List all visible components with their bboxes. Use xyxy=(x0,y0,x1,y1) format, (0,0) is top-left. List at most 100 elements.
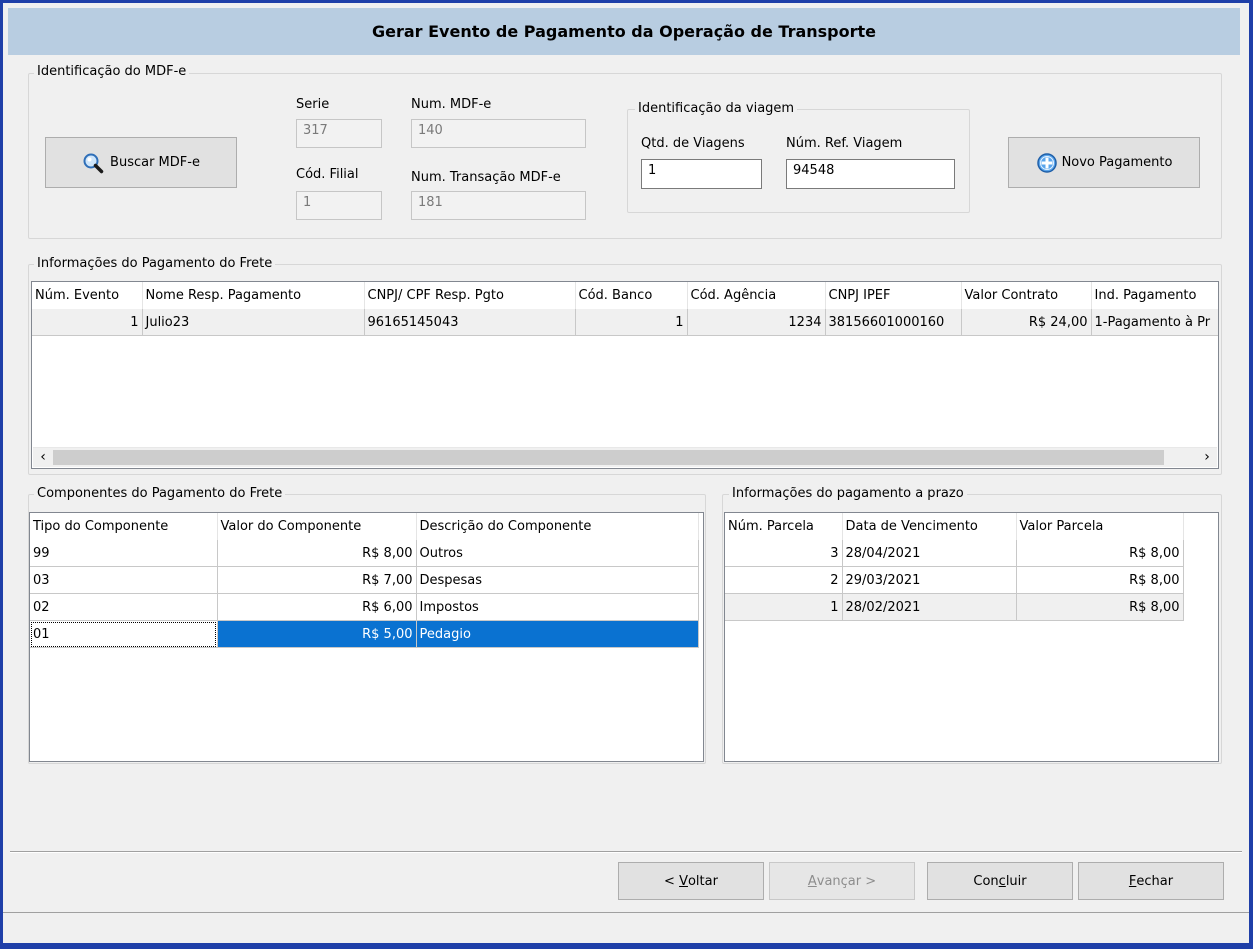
scroll-thumb[interactable] xyxy=(53,450,1164,465)
componentes-cell[interactable]: R$ 6,00 xyxy=(217,593,417,621)
avancar-rest: vançar > xyxy=(816,873,877,889)
serie-field[interactable]: 317 xyxy=(296,119,382,148)
componentes-col-header[interactable]: Valor do Componente xyxy=(217,513,417,540)
status-bar xyxy=(3,912,1249,943)
voltar-button[interactable]: < Voltar xyxy=(618,862,764,900)
frete-cell[interactable]: 1-Pagamento à Pr xyxy=(1091,309,1218,336)
componentes-cell[interactable]: Pedagio xyxy=(416,620,699,648)
prazo-col-header[interactable]: Valor Parcela xyxy=(1016,513,1184,540)
ref-viagem-label: Núm. Ref. Viagem xyxy=(786,136,903,151)
frete-cell[interactable]: 1234 xyxy=(687,309,826,336)
table-row[interactable]: 3 28/04/2021 R$ 8,00 xyxy=(725,540,1184,567)
concluir-rest: luir xyxy=(1005,873,1027,889)
componentes-table: Tipo do Componente Valor do Componente D… xyxy=(30,513,699,648)
avancar-accesskey: A xyxy=(807,873,817,889)
componentes-cell[interactable]: 01 xyxy=(30,620,218,648)
frete-legend: Informações do Pagamento do Frete xyxy=(34,256,276,271)
prazo-cell[interactable]: 29/03/2021 xyxy=(842,566,1017,594)
table-row[interactable]: 2 29/03/2021 R$ 8,00 xyxy=(725,566,1184,594)
mdfe-legend: Identificação do MDF-e xyxy=(34,64,190,79)
prazo-cell[interactable]: 1 xyxy=(725,593,843,621)
componentes-col-header[interactable]: Descrição do Componente xyxy=(416,513,699,540)
componentes-cell[interactable]: R$ 7,00 xyxy=(217,566,417,594)
prazo-col-header[interactable]: Núm. Parcela xyxy=(725,513,843,540)
frete-col-header[interactable]: Valor Contrato xyxy=(961,282,1092,309)
fechar-button[interactable]: Fechar xyxy=(1078,862,1224,900)
prazo-cell[interactable]: R$ 8,00 xyxy=(1016,593,1184,621)
fechar-rest: echar xyxy=(1136,873,1174,889)
frete-col-header[interactable]: Núm. Evento xyxy=(32,282,143,309)
table-row[interactable]: 99 R$ 8,00 Outros xyxy=(30,540,699,567)
componentes-cell[interactable]: 02 xyxy=(30,593,218,621)
prazo-table: Núm. Parcela Data de Vencimento Valor Pa… xyxy=(725,513,1184,621)
num-transacao-field[interactable]: 181 xyxy=(411,191,586,220)
voltar-rest: oltar xyxy=(687,873,718,889)
voltar-accesskey: V xyxy=(679,873,688,889)
buscar-mdfe-button[interactable]: Buscar MDF-e xyxy=(45,137,237,188)
magnifier-icon xyxy=(82,152,104,174)
cod-filial-label: Cód. Filial xyxy=(296,167,359,182)
prazo-cell[interactable]: R$ 8,00 xyxy=(1016,566,1184,594)
frete-col-header[interactable]: Nome Resp. Pagamento xyxy=(142,282,365,309)
num-mdfe-label: Num. MDF-e xyxy=(411,97,492,112)
plus-circle-icon xyxy=(1036,152,1058,174)
frete-col-header[interactable]: Ind. Pagamento xyxy=(1091,282,1218,309)
frete-table: Núm. Evento Nome Resp. Pagamento CNPJ/ C… xyxy=(32,282,1218,336)
fechar-accesskey: F xyxy=(1128,873,1137,889)
cod-filial-field[interactable]: 1 xyxy=(296,191,382,220)
viagem-legend: Identificação da viagem xyxy=(635,101,798,116)
componentes-cell[interactable]: 99 xyxy=(30,540,218,567)
frete-cell[interactable]: R$ 24,00 xyxy=(961,309,1092,336)
novo-pagamento-label: Novo Pagamento xyxy=(1061,155,1173,170)
frete-grid[interactable]: Núm. Evento Nome Resp. Pagamento CNPJ/ C… xyxy=(31,281,1219,469)
componentes-cell[interactable]: 03 xyxy=(30,566,218,594)
concluir-button[interactable]: Con c luir xyxy=(927,862,1073,900)
prazo-col-header[interactable]: Data de Vencimento xyxy=(842,513,1017,540)
footer-divider xyxy=(10,851,1242,853)
frete-cell[interactable]: 1 xyxy=(575,309,688,336)
frete-col-header[interactable]: Cód. Banco xyxy=(575,282,688,309)
componentes-cell[interactable]: R$ 8,00 xyxy=(217,540,417,567)
table-row[interactable]: 1 28/02/2021 R$ 8,00 xyxy=(725,593,1184,621)
frete-cell[interactable]: 1 xyxy=(32,309,143,336)
frete-cell[interactable]: 38156601000160 xyxy=(825,309,962,336)
serie-label: Serie xyxy=(296,97,330,112)
componentes-col-header[interactable]: Tipo do Componente xyxy=(30,513,218,540)
frete-cell[interactable]: 96165145043 xyxy=(364,309,576,336)
voltar-prefix: < xyxy=(664,873,680,889)
componentes-legend: Componentes do Pagamento do Frete xyxy=(34,486,286,501)
ref-viagem-field[interactable]: 94548 xyxy=(786,159,955,189)
prazo-cell[interactable]: 28/02/2021 xyxy=(842,593,1017,621)
novo-pagamento-button[interactable]: Novo Pagamento xyxy=(1008,137,1200,188)
concluir-prefix: Con xyxy=(973,873,999,889)
frete-col-header[interactable]: CNPJ/ CPF Resp. Pgto xyxy=(364,282,576,309)
prazo-legend: Informações do pagamento a prazo xyxy=(729,486,967,501)
qtd-viagens-field[interactable]: 1 xyxy=(641,159,762,189)
scroll-right-icon[interactable]: › xyxy=(1197,448,1217,467)
componentes-cell[interactable]: Impostos xyxy=(416,593,699,621)
avancar-button[interactable]: Avançar > xyxy=(769,862,915,900)
frete-col-header[interactable]: CNPJ IPEF xyxy=(825,282,962,309)
buscar-mdfe-label: Buscar MDF-e xyxy=(110,155,200,170)
componentes-cell[interactable]: Outros xyxy=(416,540,699,567)
qtd-viagens-label: Qtd. de Viagens xyxy=(641,136,745,151)
concluir-accesskey: c xyxy=(998,873,1006,889)
prazo-cell[interactable]: 28/04/2021 xyxy=(842,540,1017,567)
page-title: Gerar Evento de Pagamento da Operação de… xyxy=(8,8,1240,55)
frete-col-header[interactable]: Cód. Agência xyxy=(687,282,826,309)
componentes-cell[interactable]: Despesas xyxy=(416,566,699,594)
prazo-cell[interactable]: R$ 8,00 xyxy=(1016,540,1184,567)
num-mdfe-field[interactable]: 140 xyxy=(411,119,586,148)
frete-horizontal-scrollbar[interactable]: ‹ › xyxy=(33,447,1217,467)
table-row[interactable]: 1 Julio23 96165145043 1 1234 38156601000… xyxy=(32,309,1218,336)
componentes-grid[interactable]: Tipo do Componente Valor do Componente D… xyxy=(29,512,704,762)
prazo-cell[interactable]: 2 xyxy=(725,566,843,594)
table-row[interactable]: 03 R$ 7,00 Despesas xyxy=(30,566,699,594)
componentes-cell[interactable]: R$ 5,00 xyxy=(217,620,417,648)
frete-cell[interactable]: Julio23 xyxy=(142,309,365,336)
prazo-cell[interactable]: 3 xyxy=(725,540,843,567)
prazo-grid[interactable]: Núm. Parcela Data de Vencimento Valor Pa… xyxy=(724,512,1219,762)
table-row-selected[interactable]: 01 R$ 5,00 Pedagio xyxy=(30,620,699,648)
table-row[interactable]: 02 R$ 6,00 Impostos xyxy=(30,593,699,621)
scroll-left-icon[interactable]: ‹ xyxy=(33,448,53,467)
